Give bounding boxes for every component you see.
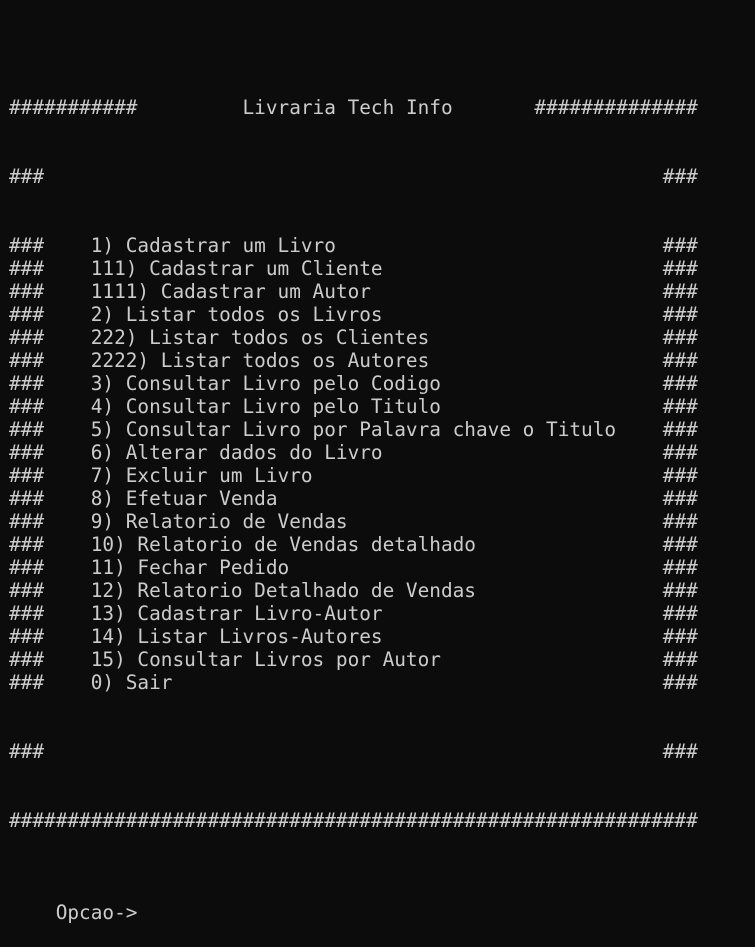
menu-item-label: 3) Consultar Livro pelo Codigo [90, 372, 441, 395]
console-window: ########### Livraria Tech Info #########… [9, 50, 755, 924]
menu-item-label: 10) Relatorio de Vendas detalhado [90, 533, 476, 556]
side-border-left: ### [9, 303, 45, 326]
side-border-right: ### [662, 648, 698, 671]
side-border-right: ### [662, 326, 698, 349]
menu-item-label: 6) Alterar dados do Livro [90, 441, 383, 464]
menu-item-label: 8) Efetuar Venda [90, 487, 278, 510]
side-border-left: ### [9, 602, 45, 625]
menu-item: ### 9) Relatorio de Vendas ### [9, 510, 755, 533]
side-border-left: ### [9, 326, 45, 349]
side-border-left: ### [9, 280, 45, 303]
side-border-right: ### [662, 395, 698, 418]
header-right-border: ############## [534, 96, 698, 119]
menu-item: ### 2222) Listar todos os Autores ### [9, 349, 755, 372]
menu-list: ### 1) Cadastrar um Livro ### ### 111) Ca… [9, 234, 755, 694]
side-border-right: ### [662, 579, 698, 602]
side-border-right: ### [662, 625, 698, 648]
menu-item: ### 0) Sair ### [9, 671, 755, 694]
menu-item: ### 2) Listar todos os Livros ### [9, 303, 755, 326]
menu-item: ### 15) Consultar Livros por Autor ### [9, 648, 755, 671]
menu-item: ### 7) Excluir um Livro ### [9, 464, 755, 487]
header-left-border: ########### [9, 96, 138, 119]
side-border-right: ### [662, 510, 698, 533]
side-border-left: ### [9, 671, 45, 694]
menu-item: ### 14) Listar Livros-Autores ### [9, 625, 755, 648]
side-border-right: ### [662, 464, 698, 487]
side-border-right: ### [662, 487, 698, 510]
menu-item-label: 5) Consultar Livro por Palavra chave o T… [90, 418, 617, 441]
menu-item-label: 1111) Cadastrar um Autor [90, 280, 371, 303]
menu-item: ### 13) Cadastrar Livro-Autor ### [9, 602, 755, 625]
side-border-right: ### [662, 165, 698, 188]
blank-border-line: ### ### [9, 740, 755, 763]
menu-item-label: 1) Cadastrar um Livro [90, 234, 336, 257]
menu-item-label: 11) Fechar Pedido [90, 556, 290, 579]
side-border-left: ### [9, 464, 45, 487]
side-border-left: ### [9, 579, 45, 602]
side-border-left: ### [9, 234, 45, 257]
menu-item-label: 15) Consultar Livros por Autor [90, 648, 441, 671]
menu-item-label: 13) Cadastrar Livro-Autor [90, 602, 383, 625]
side-border-right: ### [662, 740, 698, 763]
side-border-left: ### [9, 395, 45, 418]
app-title: Livraria Tech Info [242, 96, 453, 119]
side-border-left: ### [9, 165, 45, 188]
menu-item: ### 8) Efetuar Venda ### [9, 487, 755, 510]
menu-item-label: 4) Consultar Livro pelo Titulo [90, 395, 441, 418]
menu-item: ### 6) Alterar dados do Livro ### [9, 441, 755, 464]
side-border-right: ### [662, 556, 698, 579]
side-border-right: ### [662, 533, 698, 556]
menu-item-label: 222) Listar todos os Clientes [90, 326, 430, 349]
menu-item-label: 0) Sair [90, 671, 173, 694]
side-border-left: ### [9, 510, 45, 533]
menu-item-label: 9) Relatorio de Vendas [90, 510, 348, 533]
bottom-border-line: ########################################… [9, 809, 698, 832]
menu-item-label: 2222) Listar todos os Autores [90, 349, 430, 372]
prompt-label: Opcao-> [55, 901, 138, 924]
menu-item: ### 11) Fechar Pedido ### [9, 556, 755, 579]
menu-item: ### 3) Consultar Livro pelo Codigo ### [9, 372, 755, 395]
menu-item-label: 2) Listar todos os Livros [90, 303, 383, 326]
menu-item: ### 1111) Cadastrar um Autor ### [9, 280, 755, 303]
side-border-left: ### [9, 556, 45, 579]
side-border-right: ### [662, 280, 698, 303]
side-border-right: ### [662, 372, 698, 395]
menu-item: ### 4) Consultar Livro pelo Titulo ### [9, 395, 755, 418]
menu-item-label: 14) Listar Livros-Autores [90, 625, 383, 648]
side-border-right: ### [662, 671, 698, 694]
side-border-right: ### [662, 418, 698, 441]
side-border-left: ### [9, 257, 45, 280]
menu-item: ### 12) Relatorio Detalhado de Vendas ##… [9, 579, 755, 602]
menu-item-label: 7) Excluir um Livro [90, 464, 313, 487]
menu-item: ### 111) Cadastrar um Cliente ### [9, 257, 755, 280]
menu-item: ### 10) Relatorio de Vendas detalhado ##… [9, 533, 755, 556]
side-border-left: ### [9, 487, 45, 510]
option-prompt[interactable]: Opcao-> [9, 878, 755, 924]
menu-item-label: 12) Relatorio Detalhado de Vendas [90, 579, 476, 602]
side-border-right: ### [662, 234, 698, 257]
side-border-right: ### [662, 441, 698, 464]
side-border-right: ### [662, 349, 698, 372]
menu-item: ### 5) Consultar Livro por Palavra chave… [9, 418, 755, 441]
menu-item-label: 111) Cadastrar um Cliente [90, 257, 383, 280]
blank-border-line: ### ### [9, 165, 755, 188]
header-line: ########### Livraria Tech Info #########… [9, 96, 755, 119]
menu-item: ### 1) Cadastrar um Livro ### [9, 234, 755, 257]
side-border-left: ### [9, 533, 45, 556]
side-border-left: ### [9, 418, 45, 441]
side-border-left: ### [9, 648, 45, 671]
side-border-left: ### [9, 625, 45, 648]
side-border-left: ### [9, 372, 45, 395]
side-border-right: ### [662, 602, 698, 625]
side-border-left: ### [9, 441, 45, 464]
side-border-right: ### [662, 303, 698, 326]
side-border-right: ### [662, 257, 698, 280]
side-border-left: ### [9, 349, 45, 372]
side-border-left: ### [9, 740, 45, 763]
menu-item: ### 222) Listar todos os Clientes ### [9, 326, 755, 349]
